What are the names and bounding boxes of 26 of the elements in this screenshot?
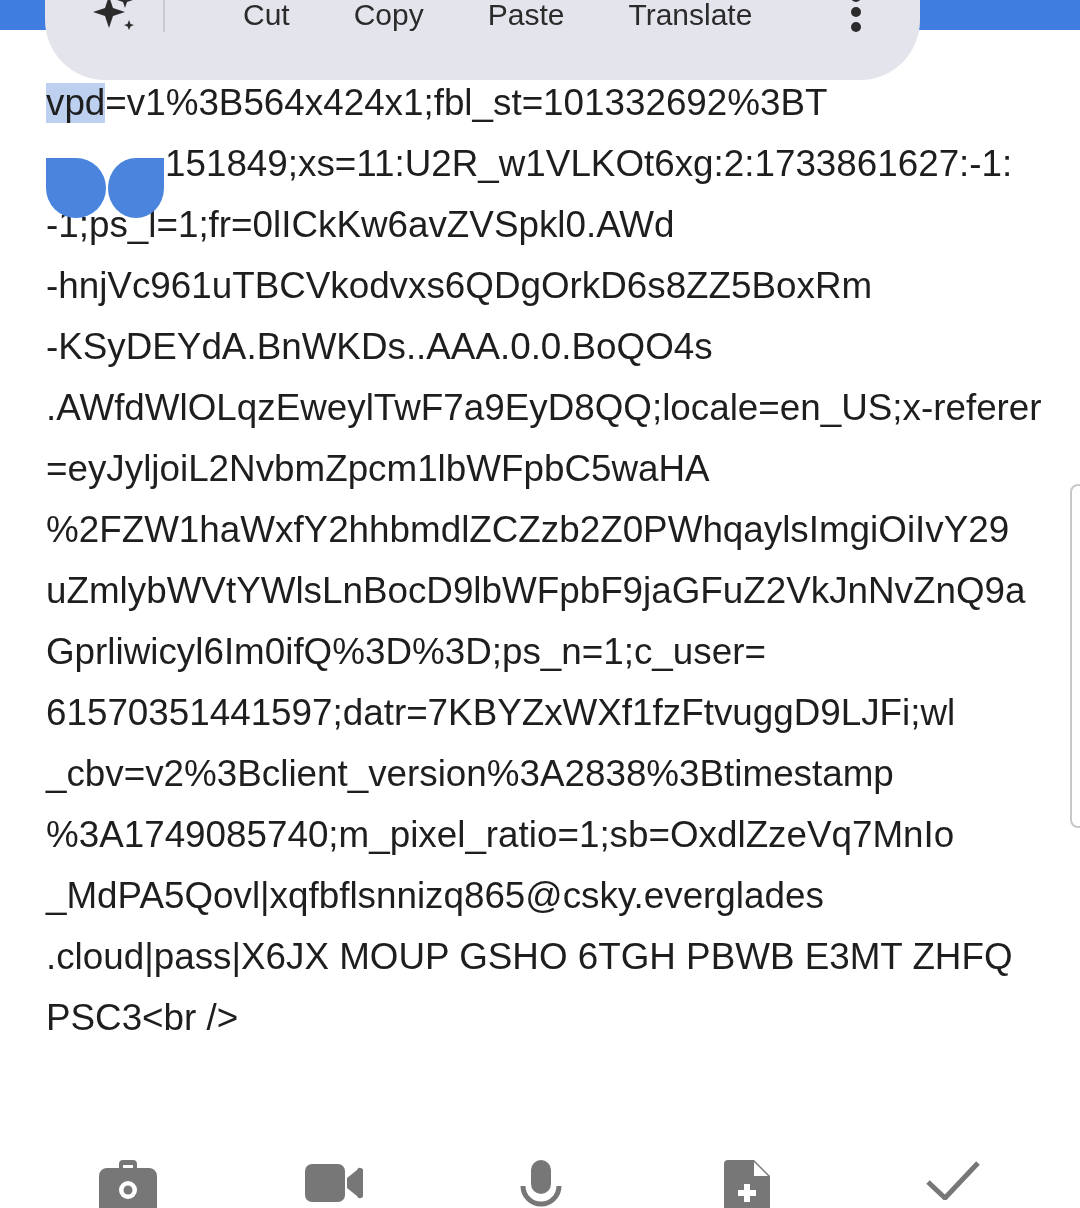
more-icon [850,0,863,32]
text-line: PSC3<br /> [46,996,239,1040]
text-line: =v1%3B564x424x1;fbl_st=101332692%3BT [105,81,828,125]
text-line: .cloud|pass|X6JX MOUP GSHO 6TGH PBWB E3MT ZHFQ [46,935,1013,979]
text-line: -KSyDEYdA.BnWKDs..AAA.0.0.BoQO4s [46,325,713,369]
text-line: .AWfdWlOLqzEweylTwF7a9EyD8QQ;locale=en_US;x-referer [46,386,1042,430]
camera-button[interactable] [97,1160,159,1208]
text-line: _cbv=v2%3Bclient_version%3A2838%3Btimestamp [46,752,894,796]
text-line: -hnjVc961uTBCVkodvxs6QDgOrkD6s8ZZ5BoxRm [46,264,873,308]
text-line: Gprliwicyl6Im0ifQ%3D%3D;ps_n=1;c_user= [46,630,766,674]
text-line: %3A1749085740;m_pixel_ratio=1;sb=OxdlZzeVq7MnIo [46,813,955,857]
text-line: -1;ps_l=1;fr=0lICkKw6avZVSpkl0.AWd [46,203,675,247]
text-line: 61570351441597;datr=7KBYZxWXf1fzFtvuggD9LJFi;wl [46,691,956,735]
menu-item[interactable]: Cut [243,0,290,32]
menu-item[interactable]: Translate [628,0,753,32]
more-button[interactable] [850,0,863,32]
text-line: 151849;xs=11:U2R_w1VLKOt6xg:2:1733861627:-1: [165,142,1013,186]
menu-item[interactable]: Paste [487,0,565,32]
menu-item[interactable]: Copy [353,0,424,32]
text-line: =eyJyljoiL2NvbmZpcm1lbWFpbC5waHA [46,447,710,491]
selected-text: vpd [46,82,106,123]
text-line: uZmlybWVtYWlsLnBocD9lbWFpbF9jaGFuZ2VkJnNvZnQ9a [46,569,1026,613]
check-icon [925,1160,981,1200]
text-line: %2FZW1haWxfY2hhbmdlZCZzb2Z0PWhqaylsImgiOiIvY29 [46,508,1010,552]
microphone-icon [519,1160,562,1208]
text-line: _MdPA5Qovl|xqfbflsnnizq865@csky.everglades [46,874,824,918]
